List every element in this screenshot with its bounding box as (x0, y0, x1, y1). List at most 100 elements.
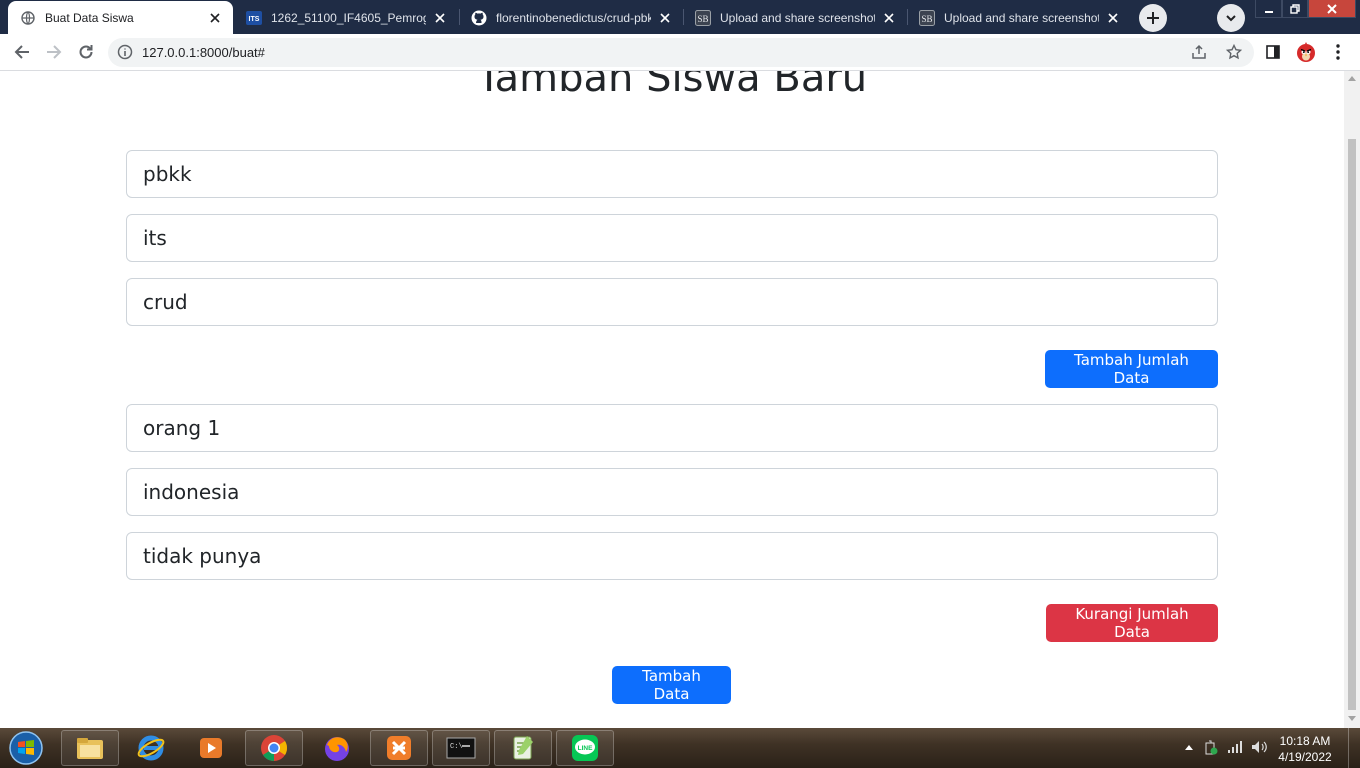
volume-tray-icon[interactable] (1250, 738, 1268, 756)
taskbar-internet-explorer[interactable] (122, 730, 180, 766)
star-icon[interactable] (1225, 43, 1243, 65)
tab-title: Upload and share screenshots (944, 10, 1099, 25)
arrow-left-icon (14, 45, 29, 59)
angry-bird-avatar-icon (1297, 42, 1315, 62)
network-tray-icon[interactable] (1226, 738, 1244, 756)
scroll-thumb[interactable] (1348, 139, 1356, 710)
taskbar-cmd[interactable]: C:\ (432, 730, 490, 766)
scroll-up-icon (1348, 76, 1356, 81)
address-bar[interactable]: 127.0.0.1:8000/buat# (108, 38, 1254, 67)
show-hidden-icons[interactable] (1180, 738, 1198, 756)
field-pbkk[interactable] (126, 150, 1218, 198)
close-tab-icon[interactable] (432, 10, 448, 26)
close-tab-icon[interactable] (657, 10, 673, 26)
screenshot-icon: SB (919, 9, 935, 26)
side-panel-icon (1266, 45, 1280, 59)
line-icon: LINE (572, 735, 598, 761)
chrome-icon (261, 735, 288, 762)
windows-taskbar: C:\ LINE 10:18 AM 4/19/2022 (0, 728, 1360, 768)
field-negara[interactable] (126, 468, 1218, 516)
taskbar-chrome[interactable] (245, 730, 303, 766)
taskbar-notepadpp[interactable] (494, 730, 552, 766)
internet-explorer-icon (137, 735, 165, 761)
menu-button[interactable] (1326, 40, 1350, 64)
minimize-icon (1264, 10, 1273, 13)
tab-github[interactable]: florentinobenedictus/crud-pbkk (459, 1, 683, 34)
svg-text:LINE: LINE (578, 745, 593, 752)
tab-buat-data-siswa[interactable]: Buat Data Siswa (8, 1, 233, 34)
close-tab-icon[interactable] (1105, 10, 1121, 26)
tab-strip: Buat Data Siswa ITS 1262_51100_IF4605_Pe… (0, 0, 1360, 34)
clock-time: 10:18 AM (1279, 734, 1331, 748)
field-its[interactable] (126, 214, 1218, 262)
svg-text:SB: SB (697, 14, 708, 24)
restore-icon (1290, 3, 1300, 14)
notepadpp-icon (513, 736, 533, 760)
firefox-icon (325, 737, 349, 761)
tab-its[interactable]: ITS 1262_51100_IF4605_Pemrograman (234, 1, 458, 34)
side-panel-button[interactable] (1261, 40, 1285, 64)
minimize-button[interactable] (1255, 0, 1282, 18)
svg-text:ITS: ITS (249, 16, 260, 23)
xampp-icon (387, 736, 411, 760)
new-tab-button[interactable] (1139, 4, 1167, 32)
tambah-jumlah-data-button[interactable]: Tambah Jumlah Data (1045, 350, 1218, 388)
reload-button[interactable] (74, 40, 98, 64)
kurangi-jumlah-data-button[interactable]: Kurangi Jumlah Data (1046, 604, 1218, 642)
taskbar-line[interactable]: LINE (556, 730, 614, 766)
clock-date: 4/19/2022 (1278, 750, 1332, 764)
taskbar-firefox[interactable] (308, 730, 366, 766)
scroll-down-icon (1348, 716, 1356, 721)
github-icon (471, 10, 487, 26)
close-window-button[interactable] (1308, 0, 1356, 18)
tab-screenshot-2[interactable]: SB Upload and share screenshots (907, 1, 1131, 34)
info-icon (117, 44, 133, 60)
tab-screenshot-1[interactable]: SB Upload and share screenshots (683, 1, 907, 34)
power-tray-icon[interactable] (1202, 738, 1220, 756)
show-desktop-button[interactable] (1348, 728, 1360, 768)
tab-title: florentinobenedictus/crud-pbkk (496, 10, 651, 25)
page-content: Tambah Siswa Baru Tambah Jumlah Data Kur… (0, 71, 1344, 728)
tab-title: Buat Data Siswa (45, 10, 134, 25)
close-tab-icon[interactable] (881, 10, 897, 26)
taskbar-media-player[interactable] (182, 730, 240, 766)
back-button[interactable] (10, 40, 34, 64)
plus-icon (1147, 12, 1159, 24)
url-text: 127.0.0.1:8000/buat# (142, 45, 265, 60)
field-crud[interactable] (126, 278, 1218, 326)
tab-title: 1262_51100_IF4605_Pemrograman (271, 10, 426, 25)
taskbar-explorer[interactable] (61, 730, 119, 766)
kebab-menu-icon (1336, 44, 1340, 60)
explorer-icon (77, 738, 103, 759)
system-clock[interactable]: 10:18 AM 4/19/2022 (1270, 733, 1340, 765)
svg-text:SB: SB (921, 14, 932, 24)
svg-text:C:\: C:\ (450, 743, 463, 751)
signal-bars-icon (1228, 741, 1242, 753)
cmd-icon: C:\ (446, 737, 476, 759)
forward-button[interactable] (42, 40, 66, 64)
share-icon[interactable] (1191, 44, 1207, 65)
restore-button[interactable] (1282, 0, 1308, 18)
tab-title: Upload and share screenshots (720, 10, 875, 25)
vertical-scrollbar[interactable] (1344, 71, 1360, 728)
arrow-right-icon (47, 45, 62, 59)
profile-avatar[interactable] (1294, 40, 1318, 64)
chevron-down-icon (1226, 15, 1236, 22)
battery-icon (1205, 740, 1218, 755)
tambah-data-button[interactable]: Tambah Data (612, 666, 731, 704)
its-icon: ITS (246, 10, 262, 26)
globe-icon (20, 10, 36, 26)
field-keterangan[interactable] (126, 532, 1218, 580)
close-tab-icon[interactable] (207, 10, 223, 26)
taskbar-xampp[interactable] (370, 730, 428, 766)
start-button[interactable] (6, 730, 46, 766)
tab-search-button[interactable] (1217, 4, 1245, 32)
media-player-icon (200, 738, 222, 758)
field-nama[interactable] (126, 404, 1218, 452)
speaker-icon (1252, 741, 1267, 753)
close-icon (1327, 3, 1337, 14)
browser-toolbar: 127.0.0.1:8000/buat# (0, 34, 1360, 71)
windows-start-icon (9, 731, 43, 765)
page-title: Tambah Siswa Baru (476, 71, 868, 101)
screenshot-icon: SB (695, 9, 711, 26)
